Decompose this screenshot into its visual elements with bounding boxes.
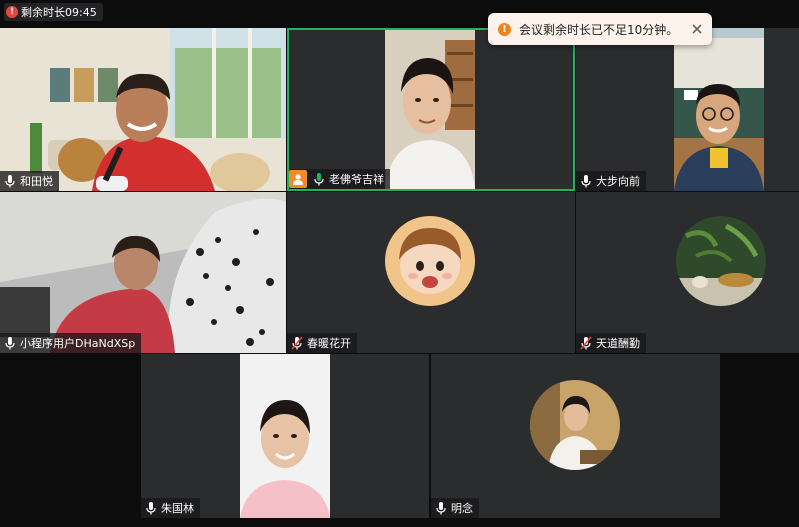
participant-name-tag: 大步向前 bbox=[576, 171, 646, 191]
microphone-icon bbox=[314, 173, 324, 186]
warning-icon: ! bbox=[498, 22, 511, 36]
time-warning-toast: ! 会议剩余时长已不足10分钟。 bbox=[488, 13, 712, 45]
host-icon bbox=[289, 170, 307, 188]
video-tile-dabuxiangqian[interactable]: 大步向前 bbox=[576, 28, 799, 191]
video-tile-laofoye[interactable]: 老佛爷吉祥 bbox=[287, 28, 575, 191]
video-tile-chunnuanhuakai[interactable]: 春暖花开 bbox=[287, 192, 575, 353]
participant-video bbox=[240, 354, 330, 518]
video-tile-mingnian[interactable]: 明念 bbox=[431, 354, 720, 518]
participant-name: 和田悦 bbox=[20, 175, 53, 188]
participant-video bbox=[674, 28, 764, 191]
participant-name-tag: 明念 bbox=[431, 498, 479, 518]
participant-name-tag: 和田悦 bbox=[0, 171, 59, 191]
video-tile-miniprogram-user[interactable]: 小程序用户DHaNdXSp bbox=[0, 192, 286, 353]
microphone-muted-icon bbox=[580, 336, 592, 350]
microphone-icon bbox=[5, 175, 15, 188]
microphone-muted-icon bbox=[291, 336, 303, 350]
microphone-icon bbox=[146, 502, 156, 515]
participant-name: 春暖花开 bbox=[307, 337, 351, 350]
microphone-icon bbox=[436, 502, 446, 515]
participant-name: 朱国林 bbox=[161, 502, 194, 515]
participant-name-tag: 春暖花开 bbox=[287, 333, 357, 353]
participant-avatar bbox=[676, 216, 766, 306]
microphone-icon bbox=[581, 175, 591, 188]
participant-name-tag: 朱国林 bbox=[141, 498, 200, 518]
video-tile-tiandaochouqin[interactable]: 天道酬勤 bbox=[576, 192, 799, 353]
toast-message: 会议剩余时长已不足10分钟。 bbox=[519, 22, 679, 37]
video-tile-zhuguolin[interactable]: 朱国林 bbox=[141, 354, 429, 518]
participant-name: 天道酬勤 bbox=[596, 337, 640, 350]
participant-name: 老佛爷吉祥 bbox=[329, 173, 384, 186]
participant-name-tag: 老佛爷吉祥 bbox=[289, 169, 390, 189]
participant-name: 明念 bbox=[451, 502, 473, 515]
participant-name-tag: 小程序用户DHaNdXSp bbox=[0, 333, 142, 353]
close-icon[interactable] bbox=[690, 22, 704, 36]
remaining-time-badge: ! 剩余时长09:45 bbox=[4, 3, 103, 21]
participant-name: 小程序用户DHaNdXSp bbox=[20, 337, 136, 350]
video-tile-hetianyue[interactable]: 和田悦 bbox=[0, 28, 286, 191]
participant-video bbox=[0, 28, 286, 191]
participant-name-tag: 天道酬勤 bbox=[576, 333, 646, 353]
participant-name: 大步向前 bbox=[596, 175, 640, 188]
participant-avatar bbox=[385, 216, 475, 306]
remaining-time-label: 剩余时长09:45 bbox=[21, 6, 97, 19]
microphone-icon bbox=[5, 337, 15, 350]
participant-video bbox=[385, 30, 475, 189]
alert-icon: ! bbox=[6, 6, 18, 18]
participant-video bbox=[0, 192, 286, 353]
participant-avatar bbox=[530, 380, 620, 470]
